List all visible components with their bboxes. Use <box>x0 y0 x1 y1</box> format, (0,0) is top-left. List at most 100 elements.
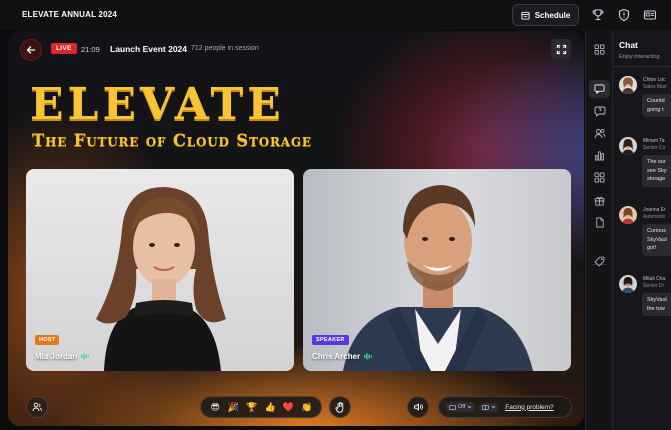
message-bubble: SkyVaul the tow <box>642 293 671 316</box>
reaction-bar: 😎 🎉 🏆 👍 ❤️ 👏 <box>200 396 322 418</box>
shield-icon[interactable] <box>617 8 631 22</box>
participant-name: Mia Jordan <box>35 352 90 361</box>
reaction-thumbs-up[interactable]: 👍 <box>264 401 276 413</box>
users-icon <box>32 402 42 412</box>
sender-name: Miriam Ta <box>643 138 665 144</box>
tag-icon <box>594 256 605 267</box>
schedule-button[interactable]: Schedule <box>512 4 579 26</box>
session-timer: 21:09 <box>81 45 100 54</box>
document-icon <box>595 217 604 228</box>
calendar-icon <box>521 11 530 20</box>
grid-icon <box>594 44 605 55</box>
reaction-cool[interactable]: 😎 <box>209 401 221 413</box>
message-line: Curious <box>647 228 666 234</box>
layout-dropdown[interactable] <box>479 402 500 412</box>
chat-panel: Chat Enjoy interacting Chloe Loc Sales M… <box>612 30 671 430</box>
arrow-left-icon <box>26 46 36 54</box>
sender-role: Sales Man <box>643 84 667 90</box>
stage-controls: 😎 🎉 🏆 👍 ❤️ 👏 Off Facing problem? <box>8 391 584 423</box>
reaction-heart[interactable]: ❤️ <box>282 401 294 413</box>
volume-button[interactable] <box>407 396 429 418</box>
back-button[interactable] <box>20 39 42 61</box>
rail-qa-button[interactable] <box>592 104 607 119</box>
avatar <box>619 275 637 293</box>
bar-chart-icon <box>594 151 605 161</box>
message-line: see Sky <box>647 167 667 174</box>
layout-icon <box>482 404 489 410</box>
host-video-tile[interactable]: HOST Mia Jordan <box>26 169 294 371</box>
stage-header: LIVE 21:09 Launch Event 2024 712 people … <box>8 31 584 67</box>
reaction-trophy[interactable]: 🏆 <box>246 401 258 413</box>
speaker-name: Chris Archer <box>312 352 361 361</box>
user-avatar-image <box>619 206 637 224</box>
chat-divider <box>613 66 671 67</box>
rail-files-button[interactable] <box>592 215 607 230</box>
event-subheadline: The Future of Cloud Storage <box>32 131 312 150</box>
user-avatar-image <box>619 137 637 155</box>
rail-sponsors-button[interactable] <box>592 254 607 269</box>
participants-button[interactable] <box>26 396 48 418</box>
event-brand: ELEVATE ANNUAL 2024 <box>22 10 118 19</box>
message-line: the tow <box>647 305 665 312</box>
message-line: Countd <box>647 98 665 104</box>
message-line: SkyVaul <box>647 236 667 243</box>
rail-polls-button[interactable] <box>592 148 607 163</box>
chat-subtitle: Enjoy interacting <box>619 54 660 60</box>
side-icon-rail <box>585 30 612 430</box>
top-bar: ELEVATE ANNUAL 2024 Schedule <box>0 0 671 30</box>
hand-icon <box>335 401 344 413</box>
chevron-down-icon <box>467 405 472 409</box>
message-bubble: Curious SkyVaul got! <box>642 224 671 256</box>
chevron-down-icon <box>491 405 496 409</box>
id-card-icon[interactable] <box>643 8 657 22</box>
rail-gifts-button[interactable] <box>592 193 607 208</box>
live-badge: LIVE <box>51 43 77 54</box>
trophy-icon[interactable] <box>591 8 605 22</box>
host-role-tag: HOST <box>35 335 60 345</box>
event-headline: ELEVATE <box>30 79 285 130</box>
participant-name: Chris Archer <box>312 352 373 361</box>
host-name: Mia Jordan <box>35 352 78 361</box>
media-settings-bar: Off Facing problem? <box>438 396 572 418</box>
attendee-count: 712 people in session <box>191 45 259 52</box>
rail-chat-button[interactable] <box>589 80 610 98</box>
speaking-indicator-icon <box>81 353 90 360</box>
raise-hand-button[interactable] <box>329 396 351 418</box>
chat-title: Chat <box>619 40 638 50</box>
rail-people-button[interactable] <box>592 126 607 141</box>
reaction-clap[interactable]: 👏 <box>301 401 313 413</box>
avatar <box>619 137 637 155</box>
speaker-video-tile[interactable]: SPEAKER Chris Archer <box>303 169 571 371</box>
reaction-party[interactable]: 🎉 <box>227 401 239 413</box>
speaker-role-tag: SPEAKER <box>312 335 349 345</box>
fullscreen-button[interactable] <box>551 39 571 59</box>
schedule-label: Schedule <box>534 10 571 20</box>
rail-apps-button[interactable] <box>592 170 607 185</box>
gift-icon <box>594 196 605 206</box>
speaker-volume-icon <box>414 403 423 411</box>
facing-problem-link[interactable]: Facing problem? <box>505 404 553 411</box>
message-line: The sur <box>647 159 666 165</box>
avatar <box>619 206 637 224</box>
rail-grid-button[interactable] <box>592 42 607 57</box>
question-chat-icon <box>594 106 605 117</box>
message-line: SkyVaul <box>647 297 667 303</box>
host-portrait <box>96 187 226 371</box>
camera-dropdown[interactable]: Off <box>446 402 476 412</box>
speaking-indicator-icon <box>364 353 373 360</box>
captions-icon <box>449 404 456 410</box>
people-icon <box>594 129 605 139</box>
message-bubble: Countd going t <box>642 94 671 117</box>
user-avatar-image <box>619 275 637 293</box>
message-line: got! <box>647 245 657 251</box>
sender-name: Chloe Loc <box>643 77 666 83</box>
sender-name: Mitali Cha <box>643 276 666 282</box>
sender-role: Automotiv <box>643 214 666 220</box>
message-line: going t <box>647 106 664 113</box>
message-line: storage <box>647 176 666 182</box>
user-avatar-image <box>619 76 637 94</box>
apps-icon <box>594 172 605 183</box>
message-bubble: The sur see Sky storage <box>642 155 671 187</box>
sender-name: Joanna Er <box>643 207 666 213</box>
camera-state: Off <box>458 404 466 410</box>
